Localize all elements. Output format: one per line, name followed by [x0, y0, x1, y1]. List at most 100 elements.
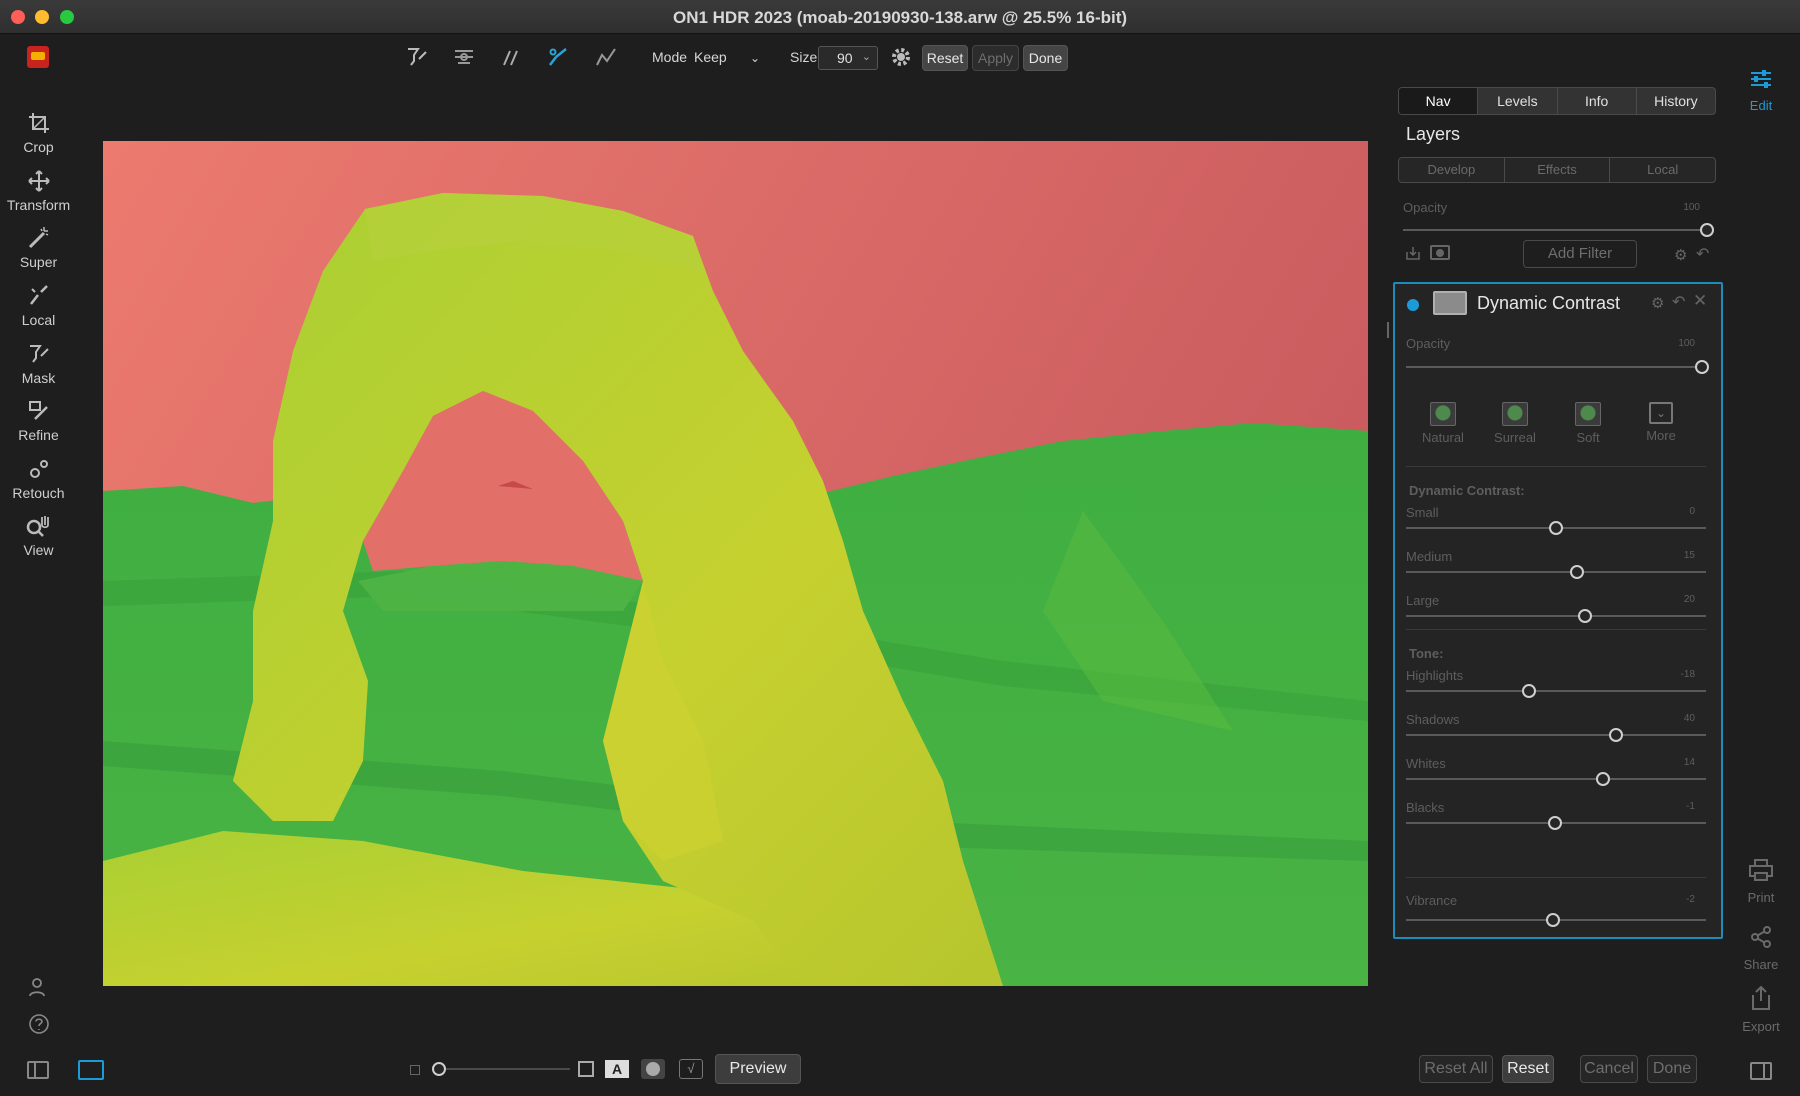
mask-brush-icon: [0, 339, 77, 369]
reset-button[interactable]: Reset: [1502, 1055, 1554, 1083]
reset-button[interactable]: Reset: [922, 45, 968, 71]
panel-collapse-handle[interactable]: [1387, 322, 1392, 338]
slider-track[interactable]: [1406, 734, 1706, 736]
done-button[interactable]: Done: [1647, 1055, 1697, 1083]
mask-toggle-icon[interactable]: [1430, 245, 1450, 260]
module-export[interactable]: Export: [1736, 985, 1786, 1034]
preset-surreal[interactable]: Surreal: [1485, 402, 1545, 445]
tool-label: Super: [19, 254, 58, 270]
filter-opacity-slider[interactable]: [1695, 360, 1709, 374]
add-filter-button[interactable]: Add Filter: [1523, 240, 1637, 268]
tool-local[interactable]: Local: [0, 281, 77, 328]
tool-mask[interactable]: Mask: [0, 339, 77, 386]
slider-knob[interactable]: [1570, 565, 1584, 579]
undo-icon[interactable]: ↶: [1696, 244, 1709, 264]
share-label: Share: [1743, 957, 1779, 972]
apply-button[interactable]: Apply: [972, 45, 1019, 71]
slider-track[interactable]: [1406, 690, 1706, 692]
tool-view[interactable]: View: [0, 511, 77, 558]
app-logo-icon[interactable]: [27, 46, 49, 68]
tool-transform[interactable]: Transform: [0, 166, 77, 213]
gear-icon[interactable]: ⚙: [1674, 246, 1687, 264]
tool-crop[interactable]: Crop: [0, 108, 77, 155]
reset-all-button[interactable]: Reset All: [1419, 1055, 1493, 1083]
slider-track[interactable]: [1406, 615, 1706, 617]
export-icon: [1736, 985, 1786, 1016]
layer-opacity-value: 100: [1683, 202, 1700, 213]
preview-button[interactable]: Preview: [715, 1054, 801, 1084]
slider-track[interactable]: [1406, 571, 1706, 573]
image-canvas[interactable]: [103, 141, 1368, 986]
brush-add-icon[interactable]: [404, 44, 430, 70]
slider-label: Large: [1406, 593, 1440, 608]
user-icon[interactable]: [27, 975, 51, 999]
section-divider: [1406, 629, 1706, 630]
module-share[interactable]: Share: [1736, 925, 1786, 972]
tab-nav[interactable]: Nav: [1399, 88, 1479, 114]
tab-local[interactable]: Local: [1610, 158, 1715, 182]
brush-small-icon[interactable]: [410, 1065, 420, 1075]
brush-size-track[interactable]: [440, 1068, 570, 1070]
help-icon[interactable]: [27, 1012, 51, 1036]
auto-mask-icon[interactable]: A: [605, 1060, 629, 1078]
tab-effects[interactable]: Effects: [1505, 158, 1611, 182]
filter-opacity-value: 100: [1678, 338, 1695, 349]
mode-select[interactable]: Keep: [694, 49, 727, 65]
size-input[interactable]: 90 ⌄: [818, 46, 878, 70]
vibrance-slider[interactable]: [1546, 913, 1560, 927]
right-panel-toggle-icon[interactable]: [1750, 1062, 1772, 1080]
left-panel-toggle-icon[interactable]: [27, 1061, 49, 1079]
done-button[interactable]: Done: [1023, 45, 1068, 71]
slider-knob[interactable]: [1547, 816, 1562, 830]
slider-knob[interactable]: [1577, 609, 1592, 623]
brush-large-icon[interactable]: [578, 1061, 594, 1077]
gear-icon[interactable]: [888, 44, 914, 70]
magnify-hand-icon: [0, 511, 77, 541]
gradient-brush-icon[interactable]: [593, 44, 619, 70]
perfect-brush-icon[interactable]: [545, 44, 571, 70]
single-view-icon[interactable]: [78, 1060, 104, 1080]
tool-super[interactable]: Super: [0, 223, 77, 270]
undo-icon[interactable]: ↶: [1672, 292, 1685, 312]
brush-size-slider[interactable]: [432, 1062, 446, 1076]
filter-enabled-toggle[interactable]: [1407, 299, 1419, 311]
filter-opacity-track[interactable]: [1406, 366, 1706, 368]
brush-mode-icon[interactable]: [498, 44, 524, 70]
module-print[interactable]: Print: [1736, 858, 1786, 905]
slider-knob[interactable]: [1549, 521, 1563, 535]
sliders-icon: [1736, 68, 1786, 95]
tab-levels[interactable]: Levels: [1478, 88, 1558, 114]
view-mask-icon[interactable]: √: [679, 1059, 703, 1079]
title-bar: ON1 HDR 2023 (moab-20190930-138.arw @ 25…: [0, 0, 1800, 34]
preset-soft[interactable]: Soft: [1558, 402, 1618, 445]
slider-value: 15: [1683, 550, 1695, 561]
overlay-toggle-icon[interactable]: [641, 1059, 665, 1079]
close-icon[interactable]: ✕: [1693, 291, 1707, 311]
tool-retouch[interactable]: Retouch: [0, 454, 77, 501]
slider-track[interactable]: [1406, 778, 1706, 780]
edit-label: Edit: [1749, 98, 1773, 113]
brush-settings-icon[interactable]: [451, 44, 477, 70]
preset-natural[interactable]: Natural: [1413, 402, 1473, 445]
layer-opacity-track[interactable]: [1403, 229, 1709, 231]
tab-info[interactable]: Info: [1558, 88, 1637, 114]
preset-more[interactable]: ⌄ More: [1631, 402, 1691, 443]
layer-opacity-slider[interactable]: [1700, 223, 1714, 237]
slider-label: Small: [1406, 505, 1439, 520]
tool-label: Transform: [6, 197, 71, 213]
slider-value: 0: [1689, 506, 1695, 517]
mode-label: Mode: [652, 49, 688, 65]
tab-develop[interactable]: Develop: [1399, 158, 1505, 182]
module-edit[interactable]: Edit: [1736, 68, 1786, 113]
cancel-button[interactable]: Cancel: [1580, 1055, 1638, 1083]
chevron-down-icon[interactable]: ⌄: [750, 51, 760, 65]
retouch-icon: [0, 454, 77, 484]
gear-icon[interactable]: ⚙: [1651, 294, 1664, 312]
slider-knob[interactable]: [1522, 684, 1536, 698]
save-layer-icon[interactable]: [1404, 244, 1422, 267]
tab-history[interactable]: History: [1637, 88, 1715, 114]
slider-knob[interactable]: [1595, 772, 1610, 786]
slider-knob[interactable]: [1609, 728, 1623, 742]
tool-refine[interactable]: Refine: [0, 396, 77, 443]
tree-thumbnail-icon: [1502, 402, 1528, 426]
